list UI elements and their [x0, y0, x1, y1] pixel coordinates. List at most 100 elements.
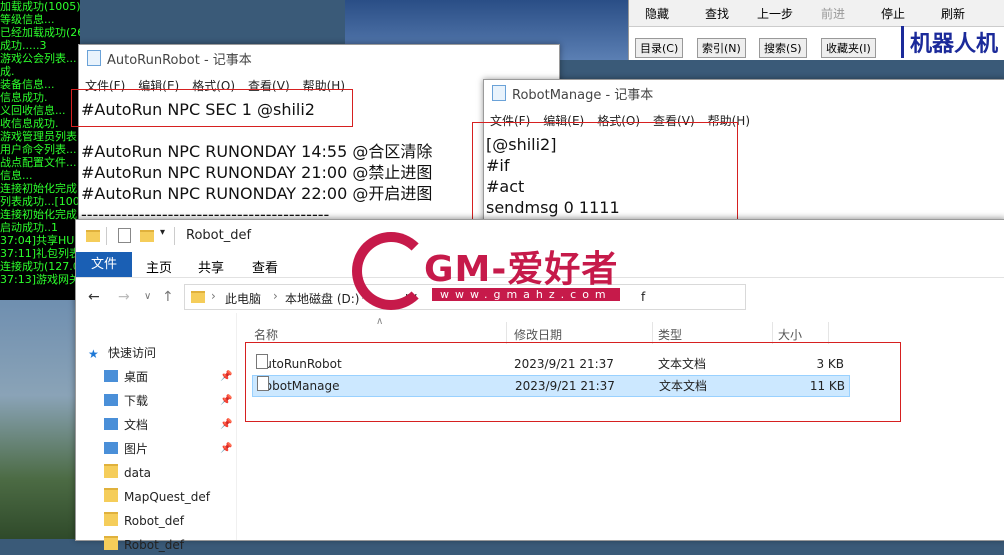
- ribbon-tab-home[interactable]: 主页: [146, 257, 172, 276]
- help-back-button[interactable]: 上一步: [757, 5, 793, 22]
- help-tab-search[interactable]: 搜索(S): [759, 38, 807, 58]
- nav-item-label: data: [124, 466, 152, 480]
- nav-item[interactable]: MapQuest_def: [104, 487, 210, 507]
- console-line: 加载成功(1005).: [0, 0, 80, 13]
- explorer-title: Robot_def: [186, 228, 252, 243]
- console-line: 连接初始化完成.: [0, 182, 80, 195]
- star-icon: ★: [88, 347, 99, 361]
- desktop-icon: [104, 370, 118, 382]
- notepad-title-bar[interactable]: RobotManage - 记事本: [484, 80, 1004, 112]
- nav-item[interactable]: 下载: [104, 391, 148, 411]
- column-divider[interactable]: [506, 322, 507, 344]
- nav-item-label: 下载: [124, 394, 149, 408]
- forward-arrow-icon[interactable]: →: [118, 289, 130, 305]
- column-modified[interactable]: 修改日期: [514, 326, 562, 343]
- new-folder-icon[interactable]: [140, 230, 154, 242]
- console-line: 37:04]共享HUM: [0, 234, 80, 247]
- help-refresh-button[interactable]: 刷新: [941, 5, 965, 22]
- window-title: RobotManage - 记事本: [512, 88, 654, 103]
- download-icon: [104, 394, 118, 406]
- annotation-highlight-box: [472, 122, 738, 222]
- picture-icon: [104, 442, 118, 454]
- annotation-highlight-box: [245, 342, 901, 422]
- nav-item[interactable]: 桌面: [104, 367, 148, 387]
- column-divider[interactable]: [772, 322, 773, 344]
- annotation-highlight-box: [71, 89, 353, 127]
- notepad-title-bar[interactable]: AutoRunRobot - 记事本: [79, 45, 559, 77]
- nav-item[interactable]: Robot_def: [104, 535, 184, 555]
- console-line: 连接成功(127.0: [0, 260, 80, 273]
- nav-item[interactable]: 文档: [104, 415, 148, 435]
- console-line: 37:13]游戏网关: [0, 273, 80, 286]
- console-line: 连接初始化完成.: [0, 208, 80, 221]
- help-tab-favorites[interactable]: 收藏夹(I): [821, 38, 876, 58]
- column-divider[interactable]: [652, 322, 653, 344]
- console-line: 信息...: [0, 169, 33, 182]
- toolbar-divider: [174, 227, 175, 245]
- breadcrumb-separator: ›: [273, 289, 278, 303]
- pin-icon[interactable]: 📌: [220, 419, 232, 430]
- nav-item-label: Robot_def: [124, 514, 185, 528]
- nav-item[interactable]: 图片: [104, 439, 148, 459]
- nav-item[interactable]: Robot_def: [104, 511, 184, 531]
- ribbon-tab-file[interactable]: 文件: [76, 252, 132, 277]
- toolbar-divider: [106, 227, 107, 245]
- nav-item-label: 图片: [124, 442, 149, 456]
- console-line: 装备信息...: [0, 78, 55, 91]
- console-line: 用户命令列表...: [0, 143, 77, 156]
- nav-item-label: 桌面: [124, 370, 149, 384]
- pin-icon[interactable]: 📌: [220, 395, 232, 406]
- notepad-icon: [492, 85, 506, 101]
- back-arrow-icon[interactable]: ←: [88, 289, 100, 305]
- breadcrumb-local-disk[interactable]: 本地磁盘 (D:): [285, 290, 359, 307]
- console-window: 加载成功(1005).等级信息...已经加载成功(260).成功.....3游戏…: [0, 0, 80, 300]
- breadcrumb-separator: ›: [211, 289, 216, 303]
- ribbon-tab-view[interactable]: 查看: [252, 257, 278, 276]
- help-find-button[interactable]: 查找: [705, 5, 729, 22]
- nav-item-label: 快速访问: [108, 346, 157, 360]
- console-line: 已经加载成功(260).: [0, 26, 80, 39]
- column-size[interactable]: 大小: [778, 326, 802, 343]
- breadcrumb-this-pc[interactable]: 此电脑: [225, 290, 261, 307]
- watermark-brand: GM-爱好者: [424, 249, 619, 290]
- column-type[interactable]: 类型: [658, 326, 682, 343]
- navigation-pane: ★ 快速访问桌面 📌 下载 📌 文档 📌 图片 📌 data MapQuest_def Robot_d…: [76, 313, 237, 552]
- help-forward-button[interactable]: 前进: [821, 5, 845, 22]
- help-window: 隐藏 查找 上一步 前进 停止 刷新 目录(C) 索引(N) 搜索(S) 收藏夹…: [628, 0, 1004, 60]
- column-name[interactable]: 名称: [254, 326, 278, 343]
- nav-item[interactable]: data: [104, 463, 151, 483]
- help-tab-contents[interactable]: 目录(C): [635, 38, 684, 58]
- console-line: 信息成功.: [0, 91, 48, 104]
- quick-access-dropdown-icon[interactable]: ▾: [160, 227, 165, 238]
- console-line: 义回收信息...: [0, 104, 66, 117]
- console-line: 收信息成功.: [0, 117, 59, 130]
- console-line: 启动成功..1: [0, 221, 58, 234]
- console-line: 战点配置文件...: [0, 156, 77, 169]
- document-icon: [104, 418, 118, 430]
- notepad-robotmanage-window[interactable]: RobotManage - 记事本 文件(F) 编辑(E) 格式(O) 查看(V) 帮助…: [472, 79, 1004, 231]
- nav-item-label: MapQuest_def: [124, 490, 210, 504]
- nav-item-label: Robot_def: [124, 538, 185, 552]
- pin-icon[interactable]: 📌: [220, 443, 232, 454]
- nav-item-label: 文档: [124, 418, 149, 432]
- pin-icon[interactable]: 📌: [220, 371, 232, 382]
- nav-item[interactable]: ★ 快速访问: [88, 343, 156, 363]
- ribbon-tab-share[interactable]: 共享: [198, 257, 224, 276]
- folder-icon: [86, 230, 100, 242]
- window-title: AutoRunRobot - 记事本: [107, 53, 252, 68]
- recent-locations-icon[interactable]: ∨: [144, 291, 151, 302]
- properties-icon[interactable]: [118, 228, 131, 243]
- console-line: 游戏公会列表...: [0, 52, 77, 65]
- help-stop-button[interactable]: 停止: [881, 5, 905, 22]
- help-toolbar: 隐藏 查找 上一步 前进 停止 刷新: [629, 0, 1004, 27]
- up-arrow-icon[interactable]: ↑: [162, 289, 174, 305]
- help-hide-button[interactable]: 隐藏: [645, 5, 669, 22]
- folder-icon: [104, 464, 118, 478]
- console-line: 37:11]礼包列表: [0, 247, 80, 260]
- help-page-title: 机器人机: [901, 26, 998, 58]
- column-divider[interactable]: [828, 322, 829, 344]
- help-tab-index[interactable]: 索引(N): [697, 38, 746, 58]
- watermark-logo-icon: [352, 232, 430, 310]
- console-line: 成功.....3: [0, 39, 47, 52]
- console-line: 等级信息...: [0, 13, 55, 26]
